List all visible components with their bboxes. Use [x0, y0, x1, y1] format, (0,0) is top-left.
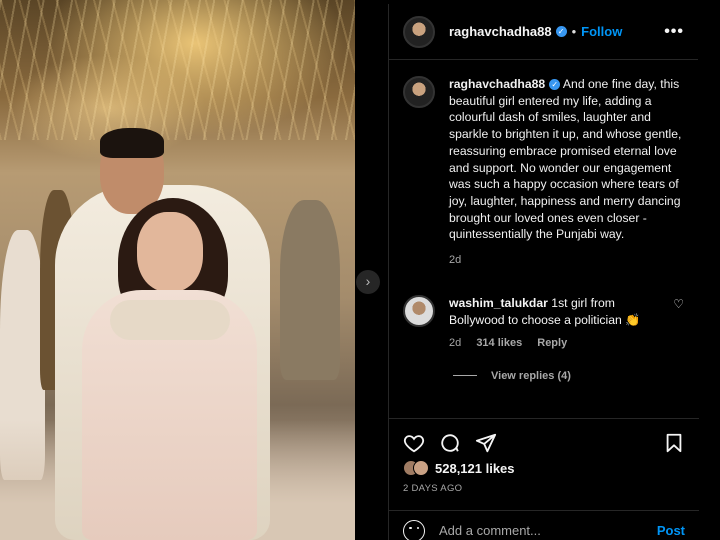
view-replies-button[interactable]: View replies (4)	[389, 352, 698, 382]
bookmark-icon[interactable]	[663, 432, 685, 454]
photo-canopy-lights	[0, 0, 355, 140]
header-separator: •	[571, 24, 577, 39]
caption-avatar[interactable]	[403, 76, 435, 108]
replies-line	[453, 375, 477, 377]
likes-count[interactable]: 528,121 likes	[435, 461, 515, 476]
comment-input[interactable]	[439, 523, 657, 538]
photo-man-hair	[100, 128, 164, 158]
comment-likes[interactable]: 314 likes	[476, 337, 522, 349]
caption: raghavchadha88 ✓ And one fine day, this b…	[389, 60, 698, 269]
photo-arms	[110, 300, 230, 340]
caption-username[interactable]: raghavchadha88	[449, 77, 545, 91]
comment-time[interactable]: 2d	[449, 337, 461, 349]
caption-text: And one fine day, this beautiful girl en…	[449, 77, 682, 242]
author-avatar[interactable]	[403, 15, 435, 48]
author-username[interactable]: raghavchadha88	[449, 24, 552, 39]
comment: washim_talukdar 1st girl from Bollywood …	[389, 269, 698, 352]
post-photo[interactable]	[0, 0, 355, 540]
share-icon[interactable]	[475, 432, 497, 454]
more-options-icon[interactable]: •••	[664, 23, 684, 41]
photo-guest	[280, 200, 340, 380]
view-replies-label: View replies (4)	[491, 369, 571, 382]
caption-text-block: raghavchadha88 ✓ And one fine day, this b…	[449, 76, 684, 269]
post-details-panel: raghavchadha88 ✓ • Follow ••• raghavchad…	[388, 4, 699, 540]
commenter-avatar[interactable]	[403, 294, 435, 327]
post-actions	[389, 418, 699, 466]
liker-avatar	[413, 460, 429, 476]
chevron-right-icon[interactable]: ›	[356, 270, 380, 294]
comment-body: washim_talukdar 1st girl from Bollywood …	[449, 295, 669, 352]
verified-badge-icon: ✓	[555, 26, 567, 37]
post-header: raghavchadha88 ✓ • Follow •••	[389, 4, 698, 60]
comment-like-heart-icon[interactable]: ♡	[673, 297, 684, 352]
heart-icon[interactable]	[403, 432, 425, 454]
add-comment-bar: Post	[389, 510, 699, 540]
likes-row: 528,121 likes	[403, 460, 515, 476]
comment-meta: 2d 314 likes Reply	[449, 335, 669, 352]
post-button[interactable]: Post	[657, 523, 685, 538]
comment-username[interactable]: washim_talukdar	[449, 296, 548, 310]
follow-button[interactable]: Follow	[581, 24, 622, 39]
verified-badge-icon: ✓	[549, 79, 561, 91]
emoji-icon[interactable]	[403, 519, 425, 540]
caption-time[interactable]: 2d	[449, 252, 684, 269]
photo-woman-face	[137, 212, 203, 292]
post-date[interactable]: 2 DAYS AGO	[403, 483, 462, 494]
reply-button[interactable]: Reply	[537, 337, 567, 349]
comment-icon[interactable]	[439, 432, 461, 454]
